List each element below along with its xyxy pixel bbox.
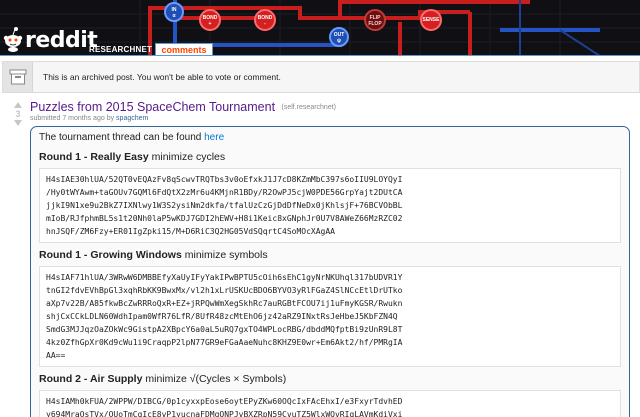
- header: BOND + BOND - FLIP FLOP SENSE IN α OUT ψ…: [0, 0, 640, 56]
- round-name: Air Supply: [89, 373, 143, 385]
- round-prefix: Round 2 -: [39, 373, 90, 385]
- logo-text: reddit: [25, 28, 98, 53]
- post-age: 7 months ago: [62, 115, 105, 122]
- archive-icon: [3, 62, 33, 92]
- banner-node-in-alpha: IN α: [164, 2, 184, 22]
- post-title-link[interactable]: Puzzles from 2015 SpaceChem Tournament: [30, 100, 275, 114]
- round-heading: Round 1 - Growing Windows minimize symbo…: [39, 249, 621, 262]
- round-heading: Round 2 - Air Supply minimize √(Cycles ×…: [39, 373, 621, 386]
- intro-paragraph: The tournament thread can be found here: [39, 131, 621, 145]
- round-name: Growing Windows: [90, 249, 182, 261]
- round-goal: minimize cycles: [151, 151, 226, 163]
- round-heading: Round 1 - Really Easy minimize cycles: [39, 151, 621, 164]
- puzzle-code-block[interactable]: H4sIAE30hlUA/52QT0vEQAzFv8qScwvTRQTbs3v0…: [39, 168, 621, 243]
- post-tagline: submitted 7 months ago by spagchem: [30, 115, 148, 122]
- round-prefix: Round 1 -: [39, 249, 91, 261]
- round-prefix: Round 1 -: [39, 151, 91, 163]
- tournament-thread-link[interactable]: here: [204, 132, 224, 143]
- puzzle-code-block[interactable]: H4sIAMh0kFUA/2WPPW/DIBCG/0p1cyxxpEose6oy…: [39, 390, 621, 417]
- banner-node-bond-minus: BOND -: [254, 9, 276, 31]
- tab-comments[interactable]: comments: [155, 43, 213, 55]
- puzzle-code-block[interactable]: H4sIAF71hlUA/3WRwW6DMBBEfyXaUyIFyYakIPwB…: [39, 266, 621, 367]
- archived-notice: This is an archived post. You won't be a…: [2, 61, 640, 93]
- banner-node-flip-flop: FLIP FLOP: [364, 9, 386, 31]
- round-name: Really Easy: [90, 151, 149, 163]
- archived-message: This is an archived post. You won't be a…: [43, 72, 281, 82]
- post-title-row: Puzzles from 2015 SpaceChem Tournament (…: [30, 100, 336, 114]
- banner-node-out-psi: OUT ψ: [329, 27, 349, 47]
- banner-node-sense: SENSE: [420, 9, 442, 31]
- round-goal: minimize symbols: [184, 249, 268, 261]
- by-label: by: [106, 115, 115, 122]
- post-body: The tournament thread can be found here …: [30, 126, 630, 417]
- intro-text: The tournament thread can be found: [39, 132, 202, 143]
- subreddit-name[interactable]: RESEARCHNET: [89, 45, 152, 54]
- round-goal: minimize √(Cycles × Symbols): [145, 373, 287, 385]
- submitted-label: submitted: [30, 115, 61, 122]
- snoo-icon: [3, 27, 23, 52]
- post-domain[interactable]: (self.researchnet): [282, 104, 336, 111]
- downvote-arrow-icon[interactable]: [14, 120, 22, 126]
- banner-node-bond-plus: BOND +: [199, 9, 221, 31]
- reddit-logo[interactable]: reddit: [2, 26, 98, 53]
- post-author-link[interactable]: spagchem: [116, 115, 148, 122]
- post-score: 3: [15, 109, 21, 119]
- vote-controls: 3: [12, 102, 24, 126]
